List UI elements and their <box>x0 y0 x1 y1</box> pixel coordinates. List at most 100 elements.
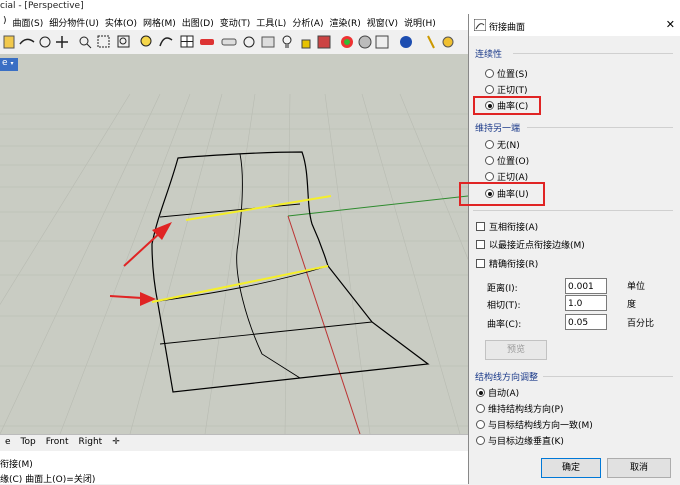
tangency-input[interactable]: 1.0 <box>565 295 607 311</box>
menu-item-view[interactable]: 视窗(V) <box>364 14 401 30</box>
radio-label: 与目标边缘垂直(K) <box>488 437 564 447</box>
section-divider <box>543 376 673 377</box>
ok-button[interactable]: 确定 <box>541 458 601 478</box>
red-arrow-icon <box>109 292 156 306</box>
chevron-down-icon: ▾ <box>10 60 14 67</box>
highlight-box <box>473 96 541 115</box>
highlight-box <box>459 182 545 206</box>
clipboard-icon[interactable] <box>3 35 15 49</box>
app-title: cial - [Perspective] <box>0 1 84 11</box>
lock-icon[interactable] <box>301 39 311 49</box>
refine-match-checkbox[interactable]: 精确衔接(R) <box>476 257 538 270</box>
maintain-none-radio[interactable]: 无(N) <box>485 138 520 151</box>
light-bulb-icon[interactable] <box>282 35 292 48</box>
curvature-input[interactable]: 0.05 <box>565 314 607 330</box>
radio-icon <box>485 140 494 149</box>
radio-label: 正切(T) <box>497 86 528 96</box>
radio-icon <box>476 436 485 445</box>
add-tab-icon[interactable]: ✛ <box>107 435 125 451</box>
maintain-position-radio[interactable]: 位置(O) <box>485 154 529 167</box>
view-tabs: e Top Front Right ✛ <box>0 434 468 451</box>
radio-label: 与目标结构线方向一致(M) <box>488 421 593 431</box>
perspective-viewport[interactable]: e ▾ <box>0 54 468 434</box>
color-wheel-icon[interactable] <box>341 36 353 48</box>
mutual-match-checkbox[interactable]: 互相衔接(A) <box>476 220 538 233</box>
continuity-label: 连续性 <box>475 50 503 60</box>
curvature-unit: 百分比 <box>627 319 655 329</box>
radio-icon <box>476 404 485 413</box>
menu-item-render[interactable]: 渲染(R) <box>327 14 364 30</box>
tab-front[interactable]: Front <box>41 435 74 451</box>
cplane-icon[interactable] <box>261 36 275 48</box>
checkbox-icon <box>476 259 485 268</box>
menu-item-transform[interactable]: 变动(T) <box>217 14 254 30</box>
car-icon[interactable] <box>200 39 214 45</box>
iso-preserve-radio[interactable]: 维持结构线方向(P) <box>476 402 563 415</box>
viewport-layout-icon[interactable] <box>180 35 194 48</box>
radio-icon <box>485 85 494 94</box>
tangency-label: 相切(T): <box>487 301 521 311</box>
tab-top[interactable]: Top <box>16 435 41 451</box>
yellow-edge-curve-bottom <box>151 265 329 303</box>
gear-icon[interactable] <box>442 36 454 48</box>
menu-item-surface[interactable]: 曲面(S) <box>10 14 47 30</box>
section-divider <box>473 210 673 211</box>
move-icon[interactable] <box>56 36 68 48</box>
snap-icon[interactable] <box>243 36 255 48</box>
continuity-position-radio[interactable]: 位置(S) <box>485 67 528 80</box>
distance-input[interactable]: 0.001 <box>565 278 607 294</box>
zoom-extents-icon[interactable] <box>117 35 130 48</box>
viewport-tab[interactable]: e ▾ <box>0 58 18 71</box>
tangency-unit: 度 <box>627 300 637 310</box>
iso-perpendicular-radio[interactable]: 与目标边缘垂直(K) <box>476 434 564 447</box>
cancel-button[interactable]: 取消 <box>607 458 671 478</box>
tab-perspective[interactable]: e <box>0 435 16 451</box>
zoom-selected-icon[interactable] <box>140 35 152 47</box>
menu-item-analyze[interactable]: 分析(A) <box>289 14 326 30</box>
rotate-view-icon[interactable] <box>159 37 173 47</box>
menu-item-mesh[interactable]: 网格(M) <box>140 14 179 30</box>
render-icon[interactable] <box>375 35 389 49</box>
menu-item-subd[interactable]: 细分物件(U) <box>46 14 102 30</box>
surface-wireframe <box>151 151 430 393</box>
tab-right[interactable]: Right <box>74 435 108 451</box>
command-line-1: 衔接(M) <box>0 460 33 470</box>
undo-icon[interactable] <box>19 38 35 45</box>
iso-match-target-radio[interactable]: 与目标结构线方向一致(M) <box>476 418 593 431</box>
radio-label: 位置(O) <box>497 157 530 167</box>
radio-label: 维持结构线方向(P) <box>488 405 564 415</box>
options-icon[interactable] <box>427 35 435 49</box>
radio-label: 位置(S) <box>497 70 528 80</box>
preview-button[interactable]: 预览 <box>485 340 547 360</box>
app-title-bar: cial - [Perspective] <box>0 0 680 14</box>
maintain-other-end-label: 维持另一端 <box>475 124 521 134</box>
menu-item-help[interactable]: 说明(H) <box>401 14 439 30</box>
close-icon[interactable]: ✕ <box>666 18 675 31</box>
menu-item-edit-fragment[interactable]: ) <box>0 14 10 30</box>
distance-unit: 单位 <box>627 282 646 292</box>
checkbox-icon <box>476 240 485 249</box>
y-axis-line <box>287 215 361 434</box>
shade-icon[interactable] <box>317 35 331 49</box>
menu-item-solid[interactable]: 实体(O) <box>102 14 140 30</box>
pan-hand-icon[interactable] <box>39 36 51 48</box>
menu-item-drafting[interactable]: 出图(D) <box>179 14 217 30</box>
command-history: 衔接(M) 缘(C) 曲面上(O)=关闭) <box>0 451 468 485</box>
isocurve-direction-label: 结构线方向调整 <box>475 373 539 383</box>
closest-point-checkbox[interactable]: 以最接近点衔接边缘(M) <box>476 238 585 251</box>
material-icon[interactable] <box>358 35 372 49</box>
section-divider <box>527 127 673 128</box>
radio-label: 自动(A) <box>488 389 520 399</box>
distance-label: 距离(I): <box>487 284 518 294</box>
sphere-icon[interactable] <box>400 36 412 48</box>
continuity-tangency-radio[interactable]: 正切(T) <box>485 83 528 96</box>
zoom-window-icon[interactable] <box>97 35 110 48</box>
menu-item-tools[interactable]: 工具(L) <box>253 14 289 30</box>
radio-selected-icon <box>476 388 485 397</box>
iso-automatic-radio[interactable]: 自动(A) <box>476 386 519 399</box>
radio-icon <box>485 69 494 78</box>
radio-label: 无(N) <box>497 141 520 151</box>
toolbar <box>0 30 468 55</box>
zoom-icon[interactable] <box>79 36 92 49</box>
car2-icon[interactable] <box>221 38 237 46</box>
